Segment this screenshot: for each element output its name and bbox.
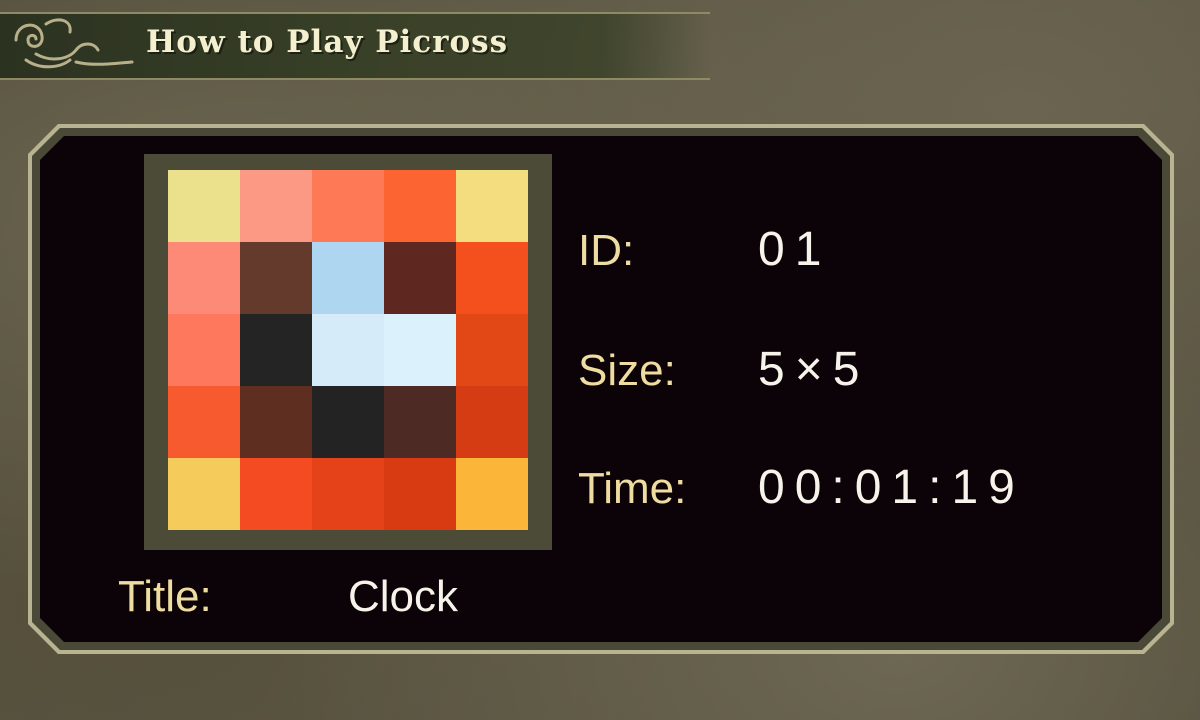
puzzle-cell [384, 170, 456, 242]
puzzle-cell [168, 242, 240, 314]
puzzle-cell [312, 386, 384, 458]
puzzle-cell [384, 314, 456, 386]
puzzle-cell [240, 170, 312, 242]
id-label: ID: [578, 226, 635, 275]
puzzle-cell [456, 170, 528, 242]
puzzle-cell [168, 314, 240, 386]
puzzle-cell [168, 458, 240, 530]
time-label: Time: [578, 464, 687, 513]
puzzle-preview-frame [144, 154, 552, 550]
puzzle-cell [168, 170, 240, 242]
puzzle-cell [384, 242, 456, 314]
puzzle-cell [240, 242, 312, 314]
title-value: Clock [348, 572, 459, 621]
puzzle-cell [168, 386, 240, 458]
size-value: 5×5 [758, 343, 870, 396]
puzzle-cell [240, 458, 312, 530]
puzzle-cell [312, 242, 384, 314]
puzzle-cell [456, 386, 528, 458]
id-value: 01 [758, 223, 832, 276]
puzzle-cell [456, 242, 528, 314]
puzzle-cell [384, 386, 456, 458]
ornament-scroll-icon [14, 18, 134, 69]
size-label: Size: [578, 346, 676, 395]
page-title: How to Play Picross [146, 24, 509, 60]
puzzle-cell [240, 386, 312, 458]
puzzle-cell [384, 458, 456, 530]
puzzle-preview-grid [168, 170, 528, 530]
title-label: Title: [118, 572, 212, 621]
time-value: 00:01:19 [758, 461, 1025, 514]
puzzle-cell [456, 314, 528, 386]
puzzle-cell [240, 314, 312, 386]
puzzle-cell [312, 170, 384, 242]
puzzle-cell [456, 458, 528, 530]
puzzle-cell [312, 314, 384, 386]
puzzle-cell [312, 458, 384, 530]
